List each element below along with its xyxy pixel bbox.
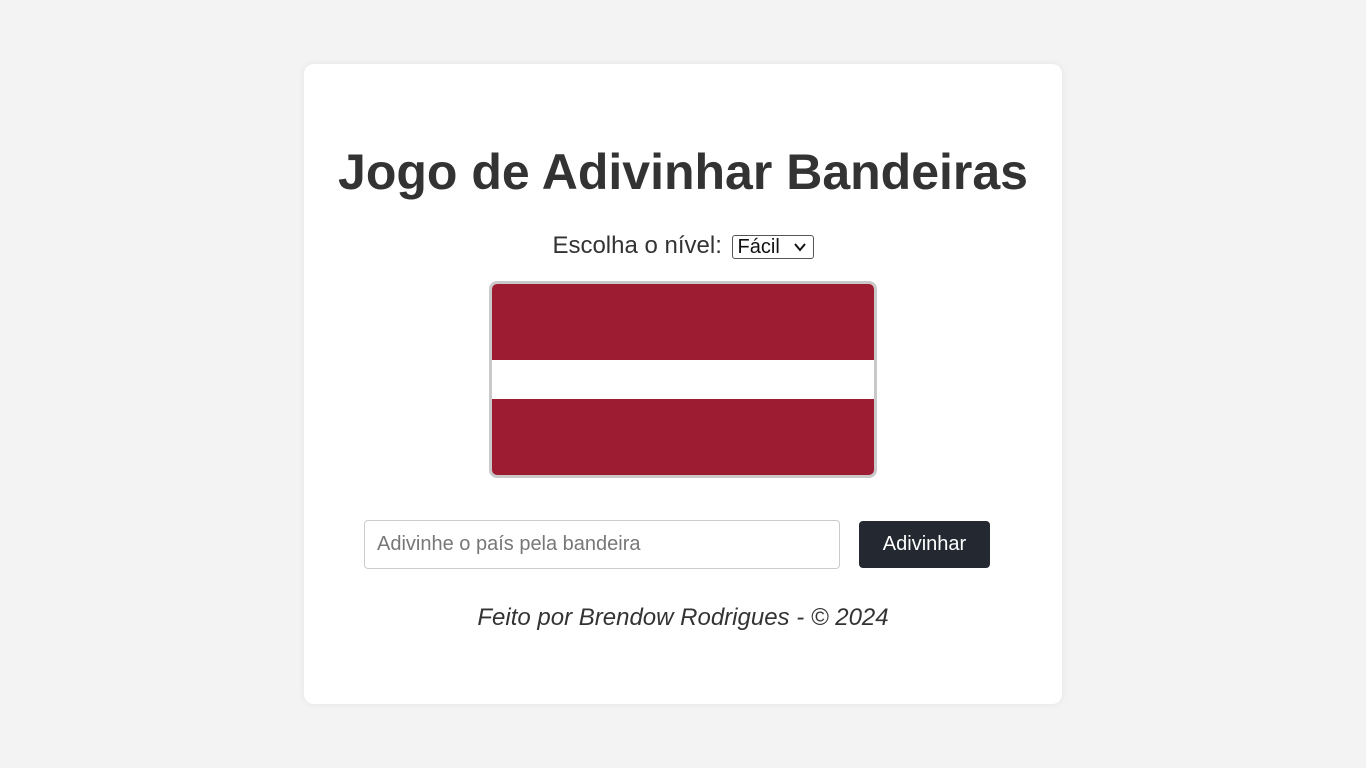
game-card: Jogo de Adivinhar Bandeiras Escolha o ní… [304, 64, 1062, 704]
level-row: Escolha o nível: Fácil [304, 232, 1062, 260]
flag-stripe-top [492, 284, 874, 360]
level-label: Escolha o nível: [552, 232, 722, 259]
page-title: Jogo de Adivinhar Bandeiras [338, 144, 1028, 200]
level-select[interactable]: Fácil [731, 234, 814, 259]
chevron-down-icon [793, 243, 806, 252]
flag-stripe-bottom [492, 399, 874, 475]
flag-image [489, 281, 877, 478]
guess-button[interactable]: Adivinhar [859, 521, 990, 568]
guess-input[interactable] [364, 520, 840, 569]
flag-stripe-middle [492, 360, 874, 399]
flag-svg [492, 284, 874, 475]
level-select-value: Fácil [737, 235, 780, 258]
footer-credit: Feito por Brendow Rodrigues - © 2024 [477, 604, 889, 631]
